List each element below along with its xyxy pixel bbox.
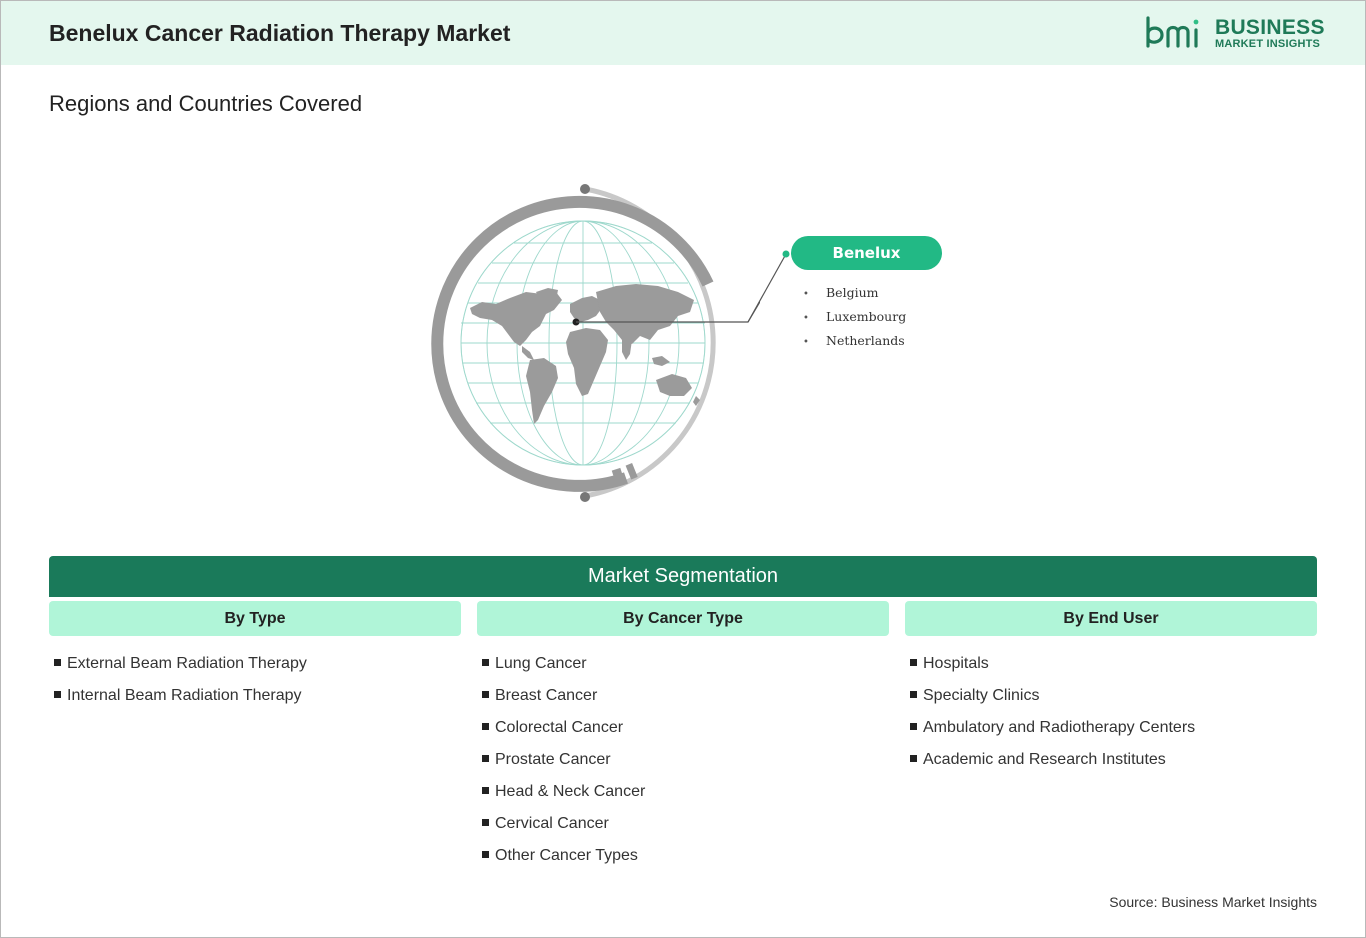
header-banner: Benelux Cancer Radiation Therapy Market … bbox=[1, 1, 1365, 65]
list-item-label: Other Cancer Types bbox=[495, 847, 638, 864]
list-item: Lung Cancer bbox=[482, 654, 645, 686]
segment-list-by-end-user: Hospitals Specialty Clinics Ambulatory a… bbox=[910, 654, 1195, 782]
country-list: • Belgium • Luxembourg • Netherlands bbox=[803, 284, 906, 356]
list-item-label: Specialty Clinics bbox=[923, 687, 1040, 704]
region-badge-benelux: Benelux bbox=[791, 236, 942, 270]
segment-header-by-end-user: By End User bbox=[905, 601, 1317, 636]
square-bullet-icon bbox=[482, 755, 489, 762]
regions-heading: Regions and Countries Covered bbox=[49, 91, 363, 116]
company-logo: BUSINESS MARKET INSIGHTS bbox=[1144, 14, 1324, 54]
list-item: Colorectal Cancer bbox=[482, 718, 645, 750]
square-bullet-icon bbox=[482, 691, 489, 698]
list-item-label: Academic and Research Institutes bbox=[923, 751, 1166, 768]
country-item: • Netherlands bbox=[803, 332, 906, 356]
list-item: External Beam Radiation Therapy bbox=[54, 654, 307, 686]
logo-wordmark-line1: BUSINESS bbox=[1215, 16, 1325, 39]
square-bullet-icon bbox=[482, 851, 489, 858]
country-label: Luxembourg bbox=[826, 309, 907, 324]
globe-graphic bbox=[430, 180, 788, 510]
segmentation-title-bar: Market Segmentation bbox=[49, 556, 1317, 597]
country-item: • Belgium bbox=[803, 284, 906, 308]
list-item: Academic and Research Institutes bbox=[910, 750, 1195, 782]
list-item-label: Cervical Cancer bbox=[495, 815, 609, 832]
segment-list-by-cancer-type: Lung Cancer Breast Cancer Colorectal Can… bbox=[482, 654, 645, 878]
list-item-label: Ambulatory and Radiotherapy Centers bbox=[923, 719, 1196, 736]
bullet-icon: • bbox=[803, 337, 809, 348]
list-item-label: Hospitals bbox=[923, 655, 989, 672]
list-item-label: Breast Cancer bbox=[495, 687, 598, 704]
list-item: Head & Neck Cancer bbox=[482, 782, 645, 814]
globe-icon bbox=[431, 184, 788, 502]
list-item: Ambulatory and Radiotherapy Centers bbox=[910, 718, 1195, 750]
bullet-icon: • bbox=[803, 313, 809, 324]
square-bullet-icon bbox=[54, 659, 61, 666]
segment-header-by-type: By Type bbox=[49, 601, 461, 636]
list-item: Cervical Cancer bbox=[482, 814, 645, 846]
list-item-label: Lung Cancer bbox=[495, 655, 587, 672]
square-bullet-icon bbox=[482, 819, 489, 826]
list-item-label: Colorectal Cancer bbox=[495, 719, 624, 736]
square-bullet-icon bbox=[482, 659, 489, 666]
list-item: Other Cancer Types bbox=[482, 846, 645, 878]
square-bullet-icon bbox=[910, 659, 917, 666]
list-item: Breast Cancer bbox=[482, 686, 645, 718]
country-item: • Luxembourg bbox=[803, 308, 906, 332]
list-item-label: Prostate Cancer bbox=[495, 751, 611, 768]
square-bullet-icon bbox=[910, 755, 917, 762]
list-item: Hospitals bbox=[910, 654, 1195, 686]
segment-header-by-cancer-type: By Cancer Type bbox=[477, 601, 889, 636]
square-bullet-icon bbox=[482, 787, 489, 794]
square-bullet-icon bbox=[54, 691, 61, 698]
country-label: Netherlands bbox=[826, 333, 905, 348]
page-title: Benelux Cancer Radiation Therapy Market bbox=[49, 20, 511, 46]
square-bullet-icon bbox=[910, 723, 917, 730]
square-bullet-icon bbox=[482, 723, 489, 730]
source-note: Source: Business Market Insights bbox=[1109, 894, 1317, 910]
segment-list-by-type: External Beam Radiation Therapy Internal… bbox=[54, 654, 307, 718]
list-item: Specialty Clinics bbox=[910, 686, 1195, 718]
country-label: Belgium bbox=[826, 285, 879, 300]
bullet-icon: • bbox=[803, 289, 809, 300]
list-item: Internal Beam Radiation Therapy bbox=[54, 686, 307, 718]
square-bullet-icon bbox=[910, 691, 917, 698]
list-item-label: External Beam Radiation Therapy bbox=[67, 655, 307, 672]
list-item: Prostate Cancer bbox=[482, 750, 645, 782]
logo-wordmark-line2: MARKET INSIGHTS bbox=[1215, 38, 1321, 50]
bmi-logo-mark-icon bbox=[1146, 16, 1199, 48]
list-item-label: Head & Neck Cancer bbox=[495, 783, 646, 800]
list-item-label: Internal Beam Radiation Therapy bbox=[67, 687, 302, 704]
